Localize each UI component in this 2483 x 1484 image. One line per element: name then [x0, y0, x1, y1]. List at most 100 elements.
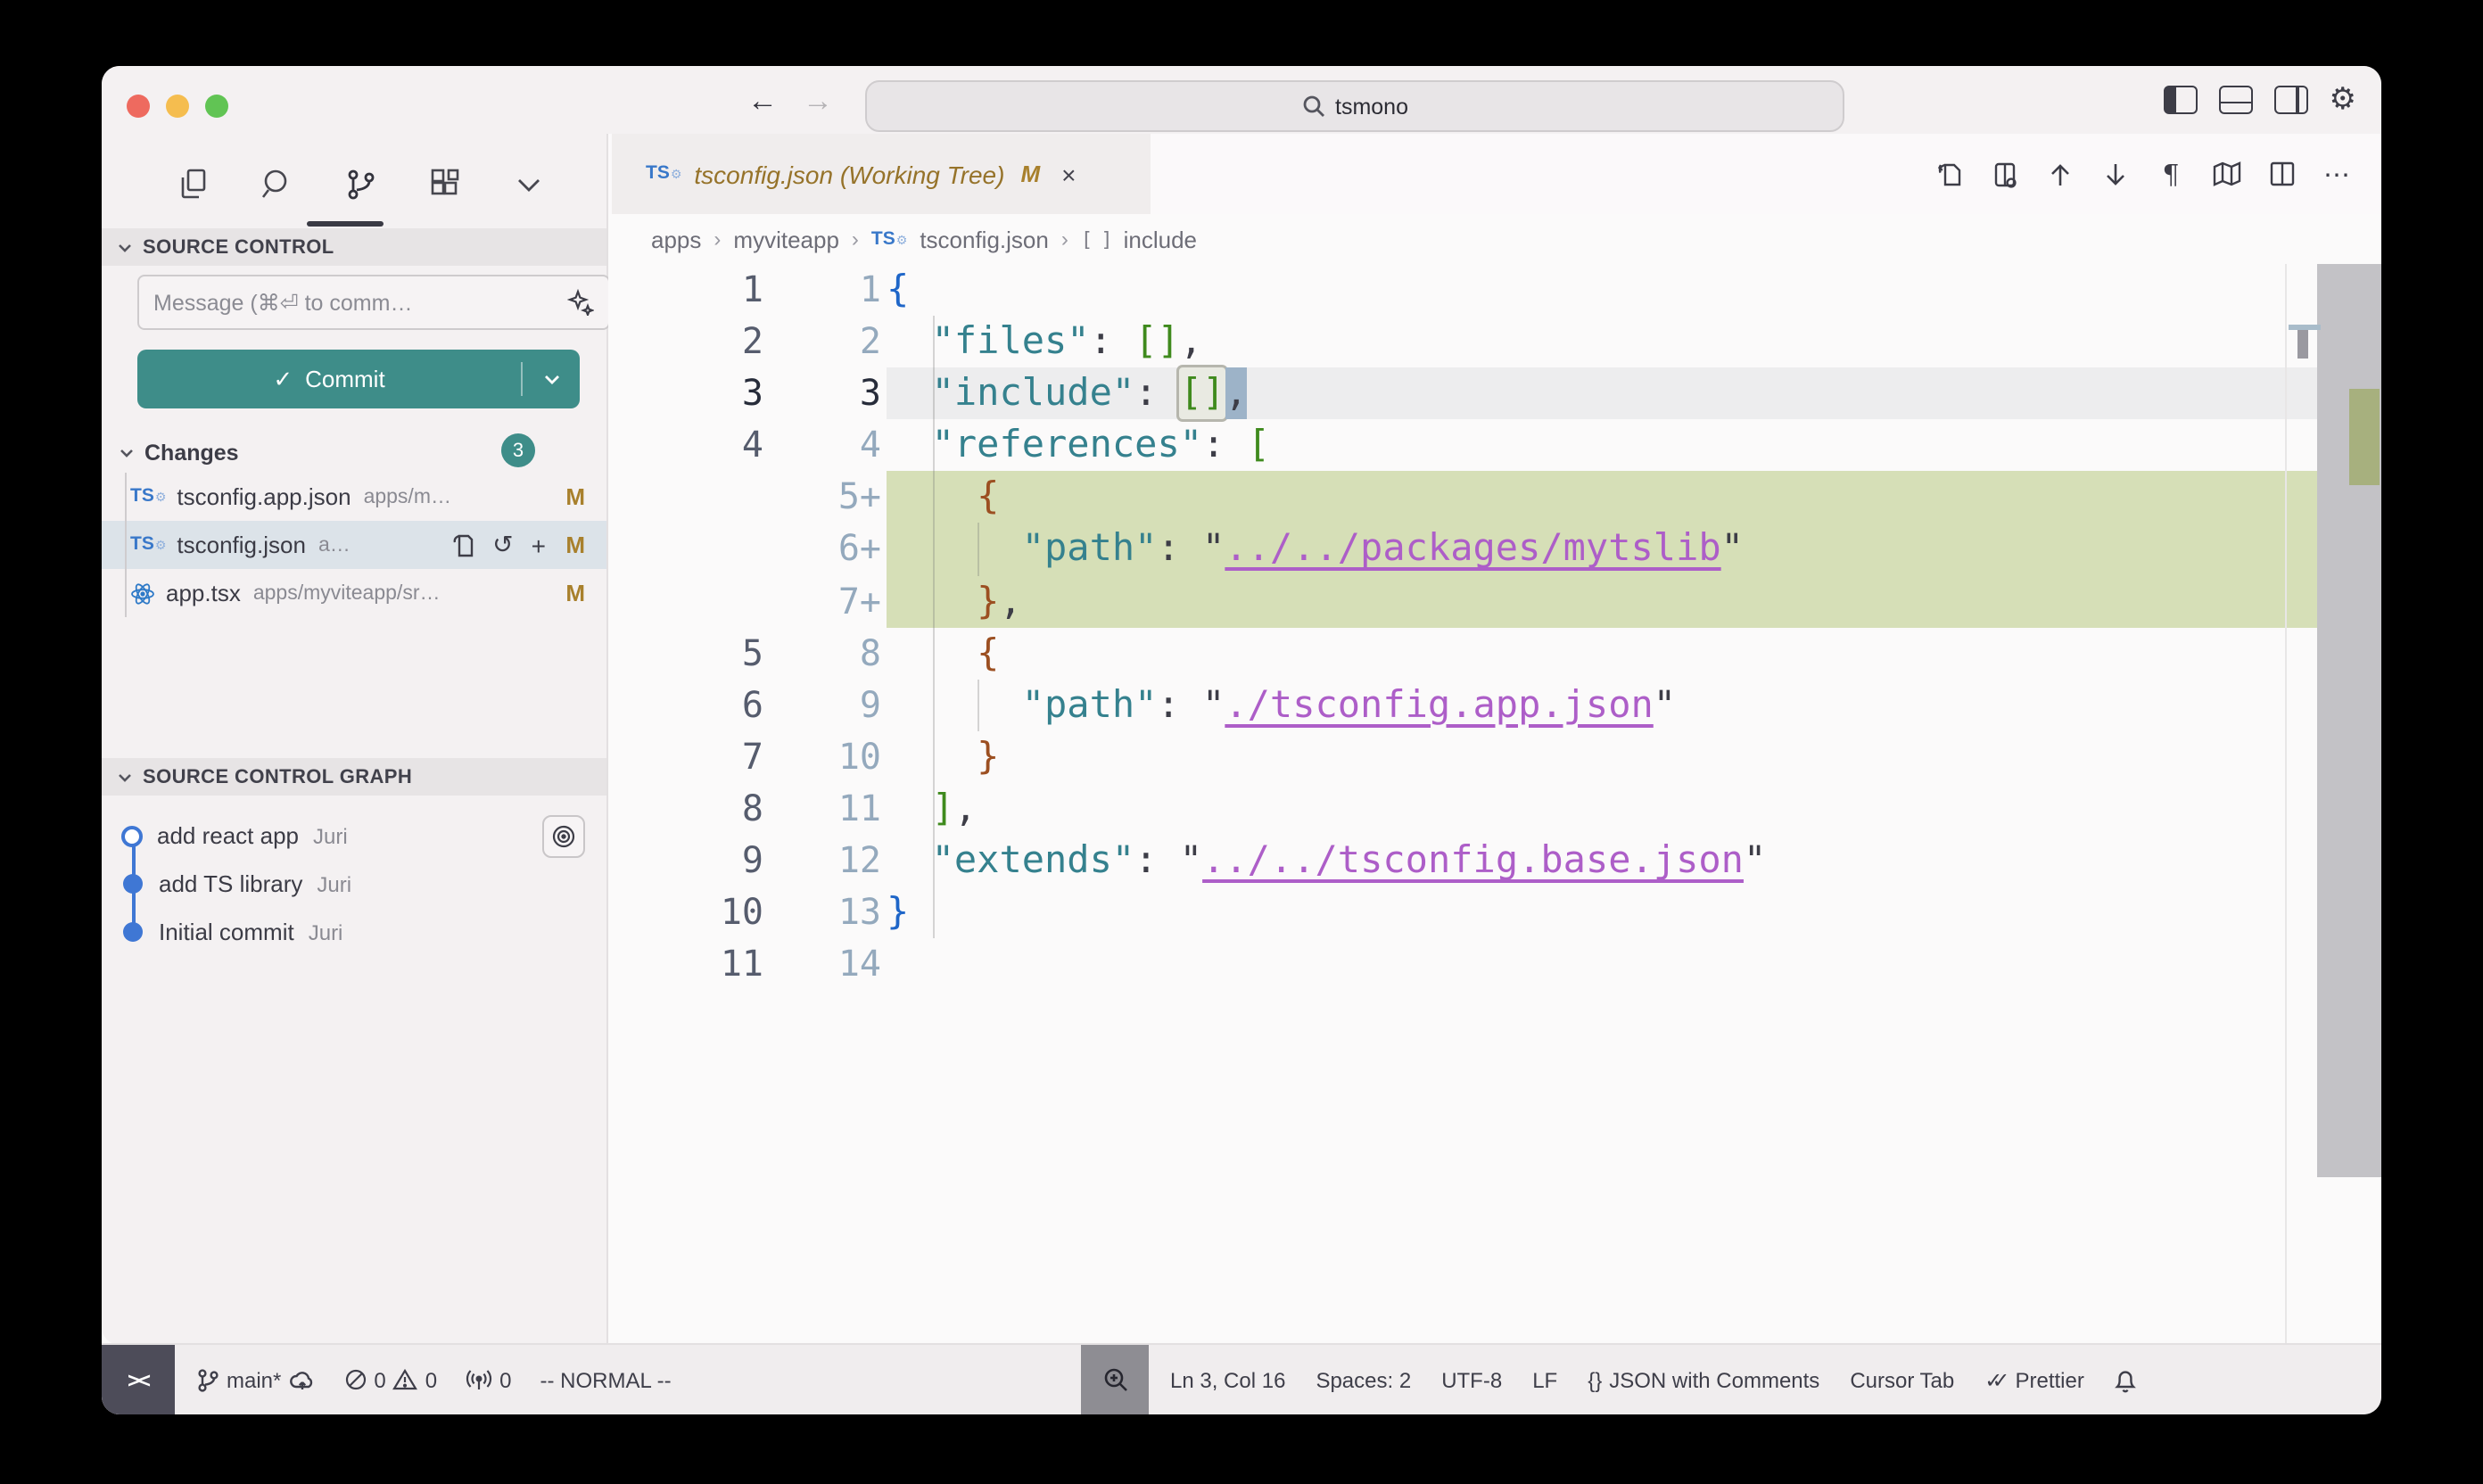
commit-message: Initial commit	[159, 919, 294, 945]
commit-author: Juri	[309, 919, 343, 944]
previous-change-icon[interactable]	[2044, 158, 2076, 190]
toggle-whitespace-icon[interactable]: ¶	[2155, 158, 2187, 190]
open-changes-icon[interactable]	[1989, 158, 2021, 190]
tab-tsconfig-json-working-tree[interactable]: TS⚙ tsconfig.json (Working Tree) M ×	[612, 134, 1151, 214]
code-line-text[interactable]: {	[887, 264, 2318, 316]
cursor-tab-indicator[interactable]: Cursor Tab	[1850, 1367, 1954, 1392]
code-line-text[interactable]: }	[887, 731, 2318, 783]
code-line-text[interactable]: }	[887, 886, 2318, 938]
code-line[interactable]: 22 "files": [],	[608, 316, 2381, 367]
notifications-bell[interactable]	[2115, 1367, 2138, 1392]
split-editor-icon[interactable]	[2265, 158, 2297, 190]
encoding-indicator[interactable]: UTF-8	[1441, 1367, 1502, 1392]
back-icon[interactable]: ←	[747, 85, 778, 115]
code-line[interactable]: 912 "extends": "../../tsconfig.base.json…	[608, 835, 2381, 886]
code-line[interactable]: 6+ "path": "../../packages/mytslib"	[608, 524, 2381, 575]
code-line-text[interactable]: "files": [],	[887, 316, 2318, 367]
toggle-secondary-sidebar-icon[interactable]	[2274, 86, 2308, 114]
code-line[interactable]: 11{	[608, 264, 2381, 316]
goto-current-commit-button[interactable]	[542, 814, 585, 857]
commit-row-initial-commit[interactable]: Initial commit Juri	[102, 908, 606, 956]
next-change-icon[interactable]	[2099, 158, 2132, 190]
code-line-text[interactable]: "path": "./tsconfig.app.json"	[887, 680, 2318, 731]
code-editor[interactable]: 11{22 "files": [],33 "include": [],44 "r…	[608, 264, 2381, 1345]
commit-dropdown-chevron-icon[interactable]	[523, 369, 580, 389]
file-row-actions: ↺ +	[451, 530, 546, 560]
code-line-text[interactable]: ],	[887, 783, 2318, 835]
sparkle-icon[interactable]	[567, 289, 594, 316]
code-line-text[interactable]: "references": [	[887, 420, 2318, 472]
settings-gear-icon[interactable]: ⚙	[2330, 85, 2357, 115]
remote-indicator[interactable]: ><	[102, 1345, 175, 1414]
ports-indicator[interactable]: 0	[466, 1367, 511, 1392]
indentation-indicator[interactable]: Spaces: 2	[1316, 1367, 1411, 1392]
more-views-chevron-icon[interactable]	[508, 164, 548, 203]
zoom-indicator[interactable]	[1081, 1345, 1149, 1414]
source-control-header[interactable]: SOURCE CONTROL	[102, 228, 606, 266]
stage-changes-icon[interactable]: +	[532, 531, 546, 559]
close-window-button[interactable]	[127, 95, 150, 118]
commit-row-add-react-app[interactable]: add react app Juri	[102, 812, 606, 860]
vim-mode-indicator[interactable]: -- NORMAL --	[540, 1367, 672, 1392]
code-line[interactable]: 44 "references": [	[608, 420, 2381, 472]
minimize-window-button[interactable]	[166, 95, 189, 118]
toggle-primary-sidebar-icon[interactable]	[2164, 86, 2198, 114]
code-line-text[interactable]: "path": "../../packages/mytslib"	[887, 524, 2318, 575]
breadcrumb-include[interactable]: include	[1124, 226, 1197, 252]
more-actions-icon[interactable]: ⋯	[2321, 158, 2353, 190]
code-token	[887, 731, 977, 783]
open-file-icon[interactable]	[451, 532, 474, 557]
modified-badge: M	[565, 580, 585, 606]
code-line[interactable]: 58 {	[608, 627, 2381, 679]
open-file-icon[interactable]	[1934, 158, 1966, 190]
code-line[interactable]: 69 "path": "./tsconfig.app.json"	[608, 680, 2381, 731]
code-line-text[interactable]: {	[887, 472, 2318, 524]
explorer-icon[interactable]	[173, 164, 212, 203]
code-line[interactable]: 1114	[608, 938, 2381, 990]
code-line[interactable]: 811 ],	[608, 783, 2381, 835]
code-line-text[interactable]: {	[887, 627, 2318, 679]
file-row-app-tsx[interactable]: app.tsx apps/myviteapp/sr… M	[102, 569, 606, 617]
line-number-modified: 4	[763, 420, 881, 472]
toggle-panel-icon[interactable]	[2219, 86, 2253, 114]
commit-button[interactable]: ✓ Commit	[137, 350, 580, 408]
problems-indicator[interactable]: 0 0	[343, 1367, 437, 1392]
commit-button-main[interactable]: ✓ Commit	[137, 365, 521, 393]
file-path: apps/myviteapp/sr…	[253, 582, 441, 604]
source-control-view-icon[interactable]	[341, 164, 380, 203]
breadcrumb-tsconfig-json[interactable]: tsconfig.json	[920, 226, 1049, 252]
breadcrumb-myviteapp[interactable]: myviteapp	[733, 226, 839, 252]
code-token: ,	[999, 575, 1021, 627]
breadcrumb-apps[interactable]: apps	[651, 226, 701, 252]
commit-message-input[interactable]: Message (⌘⏎ to comm…	[137, 275, 610, 330]
close-tab-icon[interactable]: ×	[1061, 160, 1076, 188]
source-control-graph-header[interactable]: SOURCE CONTROL GRAPH	[102, 758, 606, 796]
language-mode-indicator[interactable]: {} JSON with Comments	[1588, 1367, 1819, 1392]
code-line[interactable]: 5+ {	[608, 472, 2381, 524]
code-line[interactable]: 7+ },	[608, 575, 2381, 627]
file-row-tsconfig-app-json[interactable]: TS⚙ tsconfig.app.json apps/m… M	[102, 473, 606, 521]
code-line-text[interactable]: "extends": "../../tsconfig.base.json"	[887, 835, 2318, 886]
formatter-indicator[interactable]: ✓✓ Prettier	[1984, 1367, 2084, 1392]
command-center-search[interactable]: tsmono	[865, 80, 1844, 132]
code-line[interactable]: 710 }	[608, 731, 2381, 783]
code-token	[887, 680, 1022, 731]
formatter-label: Prettier	[2016, 1367, 2084, 1392]
file-row-tsconfig-json[interactable]: TS⚙ tsconfig.json a… ↺ + M	[102, 521, 606, 569]
extensions-icon[interactable]	[425, 164, 464, 203]
commit-row-add-ts-library[interactable]: add TS library Juri	[102, 860, 606, 908]
cursor-position-indicator[interactable]: Ln 3, Col 16	[1170, 1367, 1285, 1392]
zoom-window-button[interactable]	[205, 95, 228, 118]
eol-indicator[interactable]: LF	[1532, 1367, 1557, 1392]
code-line-text[interactable]: },	[887, 575, 2318, 627]
search-view-icon[interactable]	[257, 164, 296, 203]
map-icon[interactable]	[2210, 158, 2242, 190]
branch-indicator[interactable]: main*	[196, 1367, 315, 1392]
forward-icon[interactable]: →	[803, 85, 833, 115]
discard-changes-icon[interactable]: ↺	[492, 530, 513, 560]
code-line-text[interactable]: "include": [],	[887, 367, 2318, 419]
code-line[interactable]: 33 "include": [],	[608, 367, 2381, 419]
code-token	[887, 316, 932, 367]
code-line-text[interactable]	[887, 938, 2318, 990]
code-line[interactable]: 1013}	[608, 886, 2381, 938]
